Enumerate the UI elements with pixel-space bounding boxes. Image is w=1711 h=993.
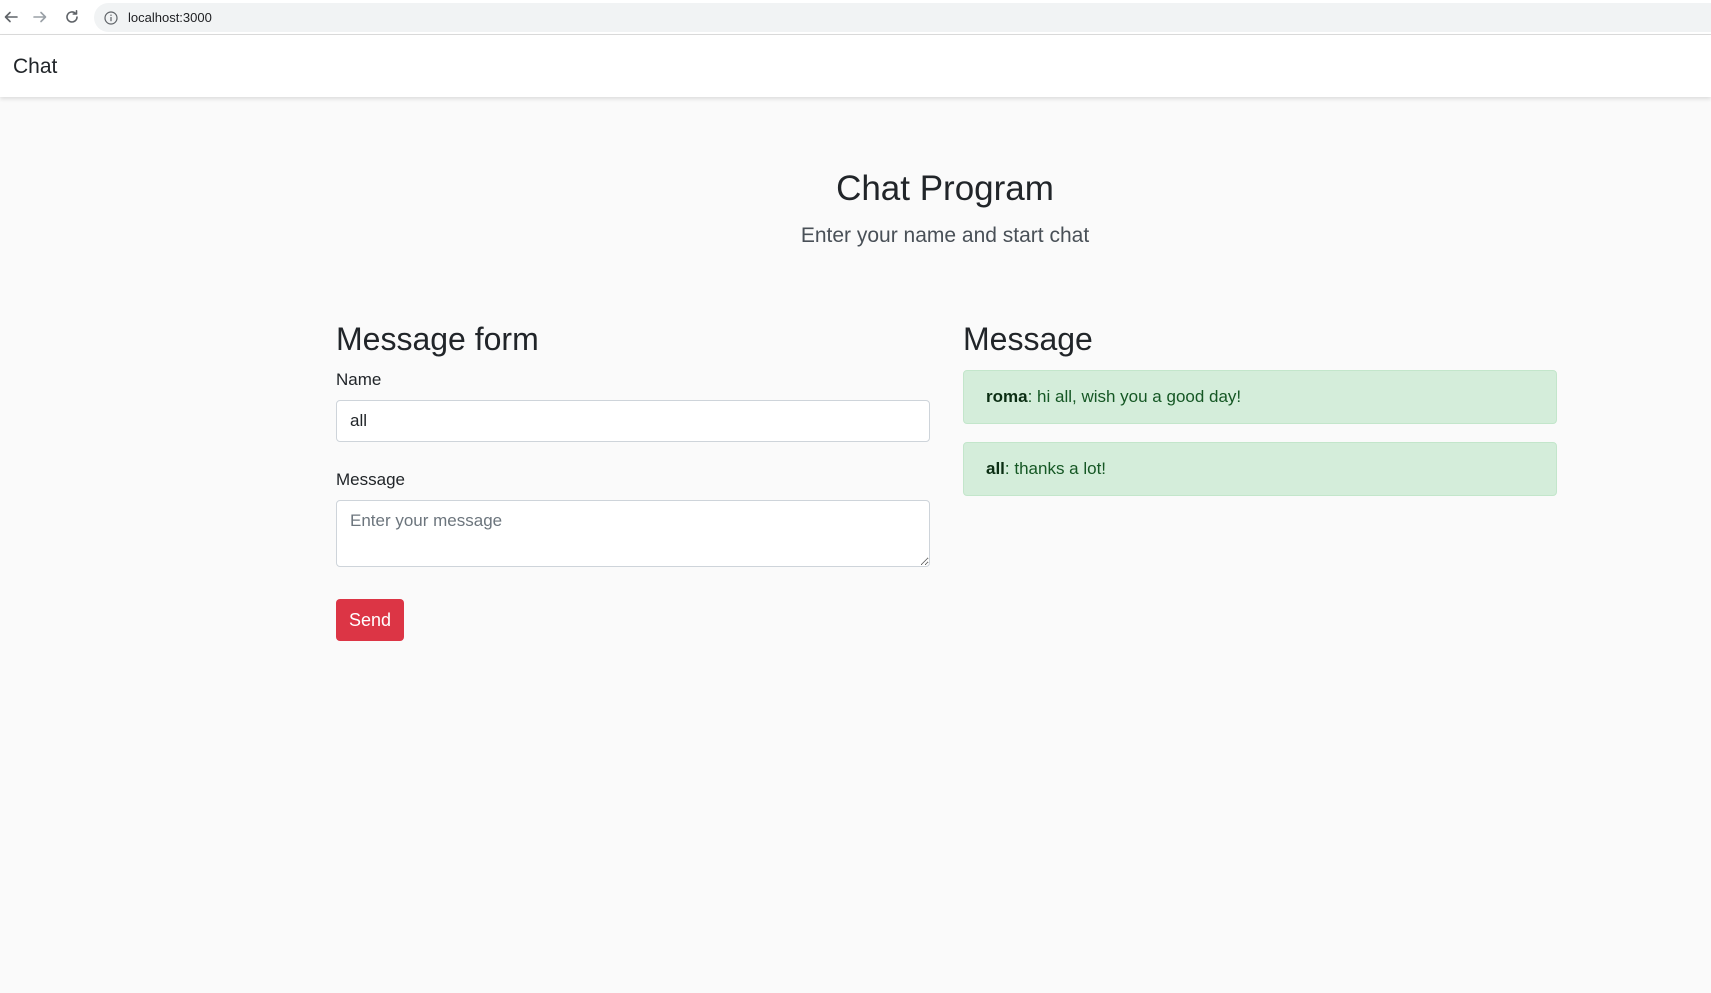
name-label: Name xyxy=(336,370,382,390)
message-form-group: Message xyxy=(336,470,930,572)
page-subtitle: Enter your name and start chat xyxy=(800,224,1090,247)
message-form-section: Message form Name all Message Send xyxy=(336,320,930,642)
forward-arrow-icon[interactable] xyxy=(29,6,51,28)
hero-section: Chat Program Enter your name and start c… xyxy=(0,168,1711,248)
address-bar[interactable]: localhost:3000 xyxy=(94,3,1711,32)
message-label: Message xyxy=(336,470,405,490)
url-text: localhost:3000 xyxy=(128,10,212,25)
back-arrow-icon[interactable] xyxy=(0,6,22,28)
browser-toolbar: localhost:3000 xyxy=(0,0,1711,35)
message-item: roma: hi all, wish you a good day! xyxy=(963,370,1557,425)
reload-icon[interactable] xyxy=(61,6,83,28)
message-author: roma xyxy=(986,387,1028,407)
send-button[interactable]: Send xyxy=(336,599,405,642)
message-textarea[interactable] xyxy=(336,500,930,568)
form-title: Message form xyxy=(336,321,539,357)
message-text: hi all, wish you a good day! xyxy=(1032,387,1242,407)
message-item: all: thanks a lot! xyxy=(963,442,1557,497)
page-title: Chat Program xyxy=(836,169,1054,208)
name-input[interactable]: all xyxy=(336,400,930,443)
message-text: thanks a lot! xyxy=(1009,459,1107,479)
message-author: all xyxy=(986,459,1005,479)
navbar-brand[interactable]: Chat xyxy=(13,55,57,79)
messages-section: Message roma: hi all, wish you a good da… xyxy=(963,320,1557,514)
name-form-group: Name all xyxy=(336,370,930,443)
app-navbar: Chat xyxy=(0,35,1711,97)
info-icon[interactable] xyxy=(104,10,118,25)
messages-title: Message xyxy=(963,321,1093,357)
